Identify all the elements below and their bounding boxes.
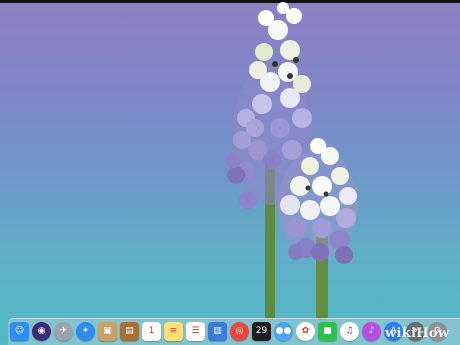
camera-icon[interactable]: ■	[318, 322, 337, 341]
wikihow-watermark: wikiHow	[385, 326, 450, 341]
calendar-icon[interactable]: 1	[142, 322, 161, 341]
presentation-icon[interactable]: ▥	[208, 322, 227, 341]
compass-icon[interactable]: ✦	[76, 322, 95, 341]
finder-icon[interactable]: ☺	[10, 322, 29, 341]
desktop[interactable]: ☺ ◉ ✈ ✦ ▣ ▤ 1 ≡ ☰ ▥ ◎ 29 ●● ✿ ■ ♫ ♪ A ⌖ …	[0, 0, 460, 345]
rocket-icon[interactable]: ✈	[54, 322, 73, 341]
disc-icon[interactable]: ♪	[362, 322, 381, 341]
list-icon[interactable]: ☰	[186, 322, 205, 341]
note-icon[interactable]: ≡	[164, 322, 183, 341]
wallpaper-flowers	[225, 2, 358, 320]
music-note-icon[interactable]: ♫	[340, 322, 359, 341]
book-icon[interactable]: ▤	[120, 322, 139, 341]
photo-icon[interactable]: ▣	[98, 322, 117, 341]
siri-icon[interactable]: ◉	[32, 322, 51, 341]
calendar-dark-icon[interactable]: 29	[252, 322, 271, 341]
chrome-icon[interactable]: ◎	[230, 322, 249, 341]
photos-icon[interactable]: ✿	[296, 322, 315, 341]
chat-bubble-icon[interactable]: ●●	[274, 322, 293, 341]
